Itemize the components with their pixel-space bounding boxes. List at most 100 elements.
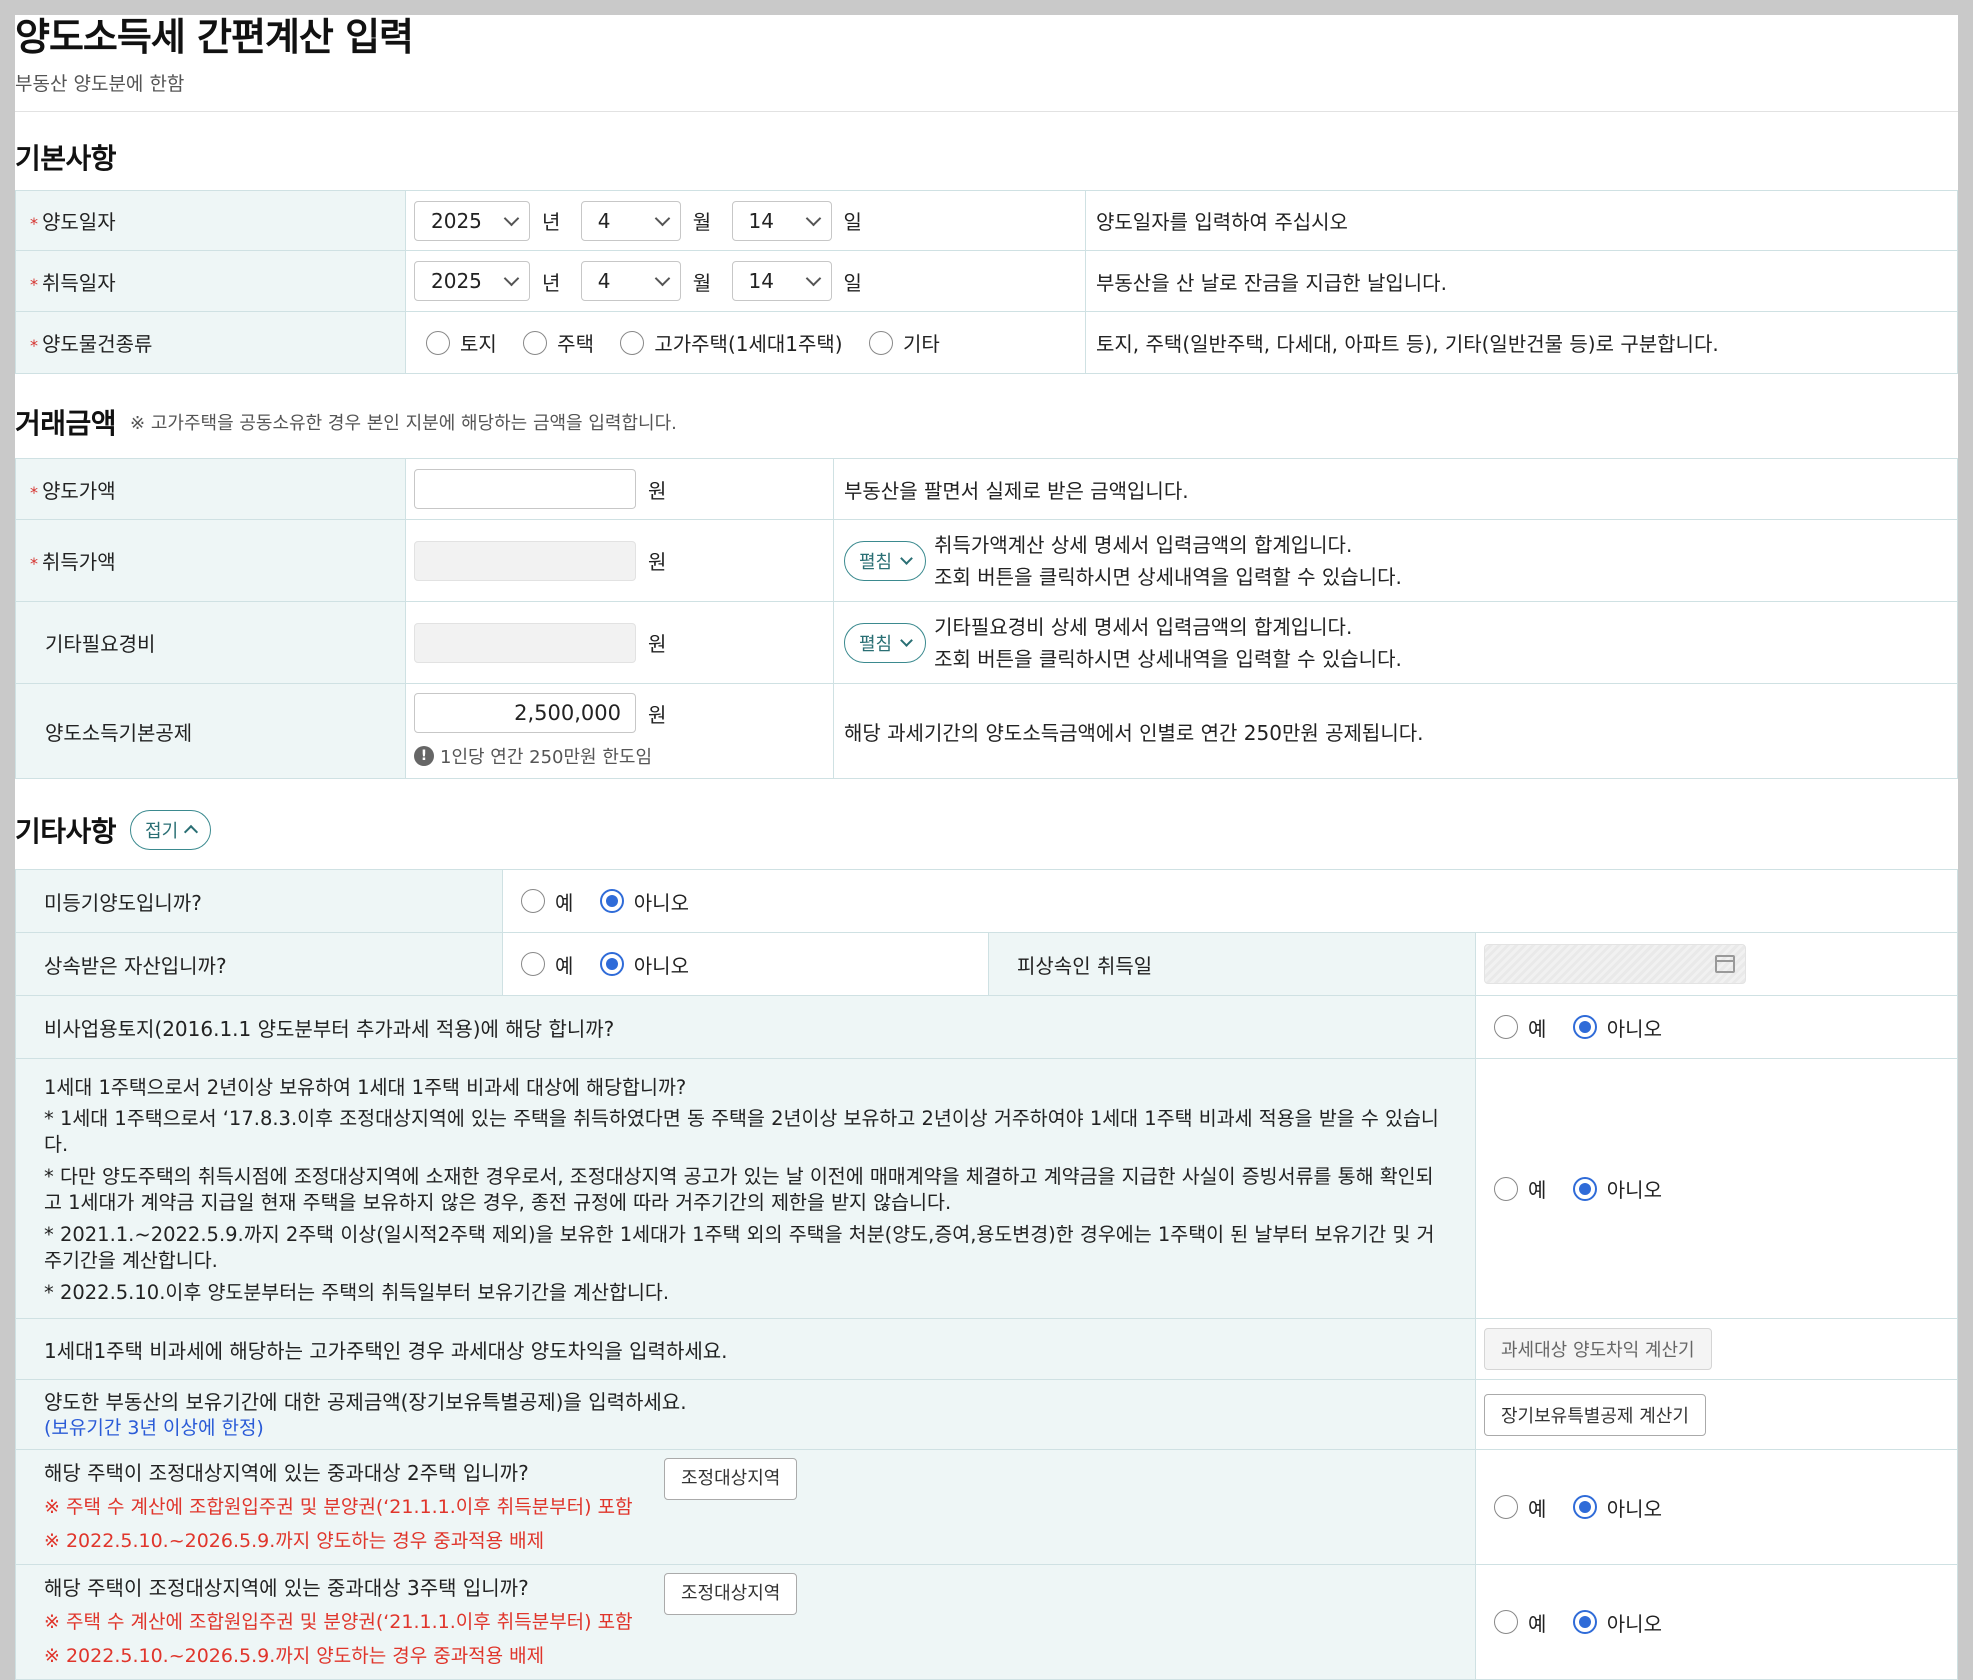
other-expense-desc-cell: 펼침 기타필요경비 상세 명세서 입력금액의 합계입니다. 조회 버튼을 클릭하… [833,601,1958,684]
other-expense-input-cell: 원 [405,601,834,684]
acquire-price-desc-line2: 조회 버튼을 클릭하시면 상세내역을 입력할 수 있습니다. [934,564,1402,589]
day-unit: 일 [843,270,862,295]
acquire-date-label-cell: * 취득일자 [15,250,406,312]
property-type-land-radio[interactable]: 토지 [426,328,497,357]
radio-label: 예 [1528,1611,1547,1636]
one-house-note-1: * 1세대 1주택으로서 ‘17.8.3.이후 조정대상지역에 있는 주택을 취… [44,1107,1439,1156]
expand-label: 펼침 [859,551,893,573]
acquire-price-expand-button[interactable]: 펼침 [844,540,927,581]
three-house-adjusted-area-button[interactable]: 조정대상지역 [664,1573,798,1615]
unregistered-no-radio[interactable]: 아니오 [599,887,689,916]
radio-checked-icon [1572,1015,1597,1039]
basic-deduction-desc: 해당 과세기간의 양도소득금액에서 인별로 연간 250만원 공제됩니다. [833,683,1958,779]
chevron-down-icon [654,210,671,226]
other-section-header: 기타사항 접기 [15,779,1958,869]
acquire-month-select[interactable]: 4 [580,261,681,301]
transfer-price-input[interactable] [414,469,636,509]
acquire-price-input-cell: 원 [405,519,834,602]
acquire-price-desc-line1: 취득가액계산 상세 명세서 입력금액의 합계입니다. [934,532,1353,557]
basic-deduction-input[interactable]: 2,500,000 [414,693,636,733]
taxable-gain-calculator-button[interactable]: 과세대상 양도차익 계산기 [1484,1328,1712,1370]
transfer-month-select[interactable]: 4 [580,200,681,241]
radio-checked-icon [599,952,624,976]
radio-circle-icon [521,889,545,913]
other-expense-input [414,622,636,663]
chevron-down-icon [900,552,913,565]
long-term-question: 양도한 부동산의 보유기간에 대한 공제금액(장기보유특별공제)을 입력하세요. [44,1389,687,1414]
inherited-no-radio[interactable]: 아니오 [599,950,689,979]
radio-circle-icon [1494,1610,1518,1634]
transfer-day-value: 14 [748,208,774,233]
amount-section-note: ※ 고가주택을 공동소유한 경우 본인 지분에 해당하는 금액을 입력합니다. [130,413,677,434]
chevron-down-icon [654,270,671,287]
three-house-radios: 예 아니오 [1475,1564,1958,1680]
two-house-yes-radio[interactable]: 예 [1494,1493,1546,1522]
expand-label: 펼침 [859,633,893,655]
property-type-other-radio[interactable]: 기타 [868,328,940,357]
acquire-price-label-cell: * 취득가액 [15,519,406,602]
amount-section-header: 거래금액 ※ 고가주택을 공동소유한 경우 본인 지분에 해당하는 금액을 입력… [15,374,1958,458]
unregistered-row: 미등기양도입니까? 예 아니오 [15,869,1958,933]
acquire-date-desc: 부동산을 산 날로 잔금을 지급한 날입니다. [1085,250,1958,312]
radio-label: 고가주택(1세대1주택) [654,332,843,356]
property-type-luxury-house-radio[interactable]: 고가주택(1세대1주택) [620,328,843,357]
other-expense-row: 기타필요경비 원 펼침 기타필요경비 상세 명세서 입력금액의 합계입니다. 조… [15,601,1958,684]
three-house-no-radio[interactable]: 아니오 [1572,1608,1662,1637]
two-house-note-2: ※ 2022.5.10.~2026.5.9.까지 양도하는 경우 중과적용 배제 [44,1530,545,1552]
other-expense-expand-button[interactable]: 펼침 [844,622,927,663]
chevron-up-icon [184,824,199,840]
transfer-price-label: 양도가액 [42,478,116,503]
required-mark: * [30,482,38,502]
acquire-date-label: 취득일자 [42,270,116,295]
basic-deduction-note: ! 1인당 연간 250만원 한도임 [414,743,652,769]
page-title: 양도소득세 간편계산 입력 [15,15,414,59]
inherited-radios: 예 아니오 [502,932,989,996]
three-house-question: 해당 주택이 조정대상지역에 있는 중과대상 3주택 입니까? [44,1576,529,1600]
one-house-no-radio[interactable]: 아니오 [1572,1174,1662,1203]
year-unit: 년 [542,270,561,295]
basic-section-title: 기본사항 [15,142,117,175]
radio-circle-icon [523,330,548,355]
property-type-house-radio[interactable]: 주택 [523,328,594,357]
acquire-price-label: 취득가액 [42,550,116,574]
acquire-day-select[interactable]: 14 [731,261,832,301]
two-house-no-radio[interactable]: 아니오 [1572,1493,1662,1522]
required-mark: * [30,554,38,573]
transfer-day-select[interactable]: 14 [731,200,832,241]
two-house-adjusted-area-button[interactable]: 조정대상지역 [664,1458,798,1500]
basic-deduction-row: 양도소득기본공제 2,500,000 원 ! 1인당 연간 250만원 한도임 해당… [15,683,1958,779]
radio-label: 아니오 [1606,1016,1662,1041]
radio-label: 주택 [557,332,594,356]
three-house-yes-radio[interactable]: 예 [1494,1608,1546,1637]
chevron-down-icon [503,270,520,287]
one-house-question: 1세대 1주택으로서 2년이상 보유하여 1세대 1주택 비과세 대상에 해당합… [44,1076,687,1099]
non-business-land-yes-radio[interactable]: 예 [1494,1013,1546,1042]
one-house-yes-radio[interactable]: 예 [1494,1174,1546,1203]
inherited-yes-radio[interactable]: 예 [521,950,573,979]
basic-deduction-note-text: 1인당 연간 250만원 한도임 [440,747,653,768]
fold-button[interactable]: 접기 [130,810,212,850]
chevron-down-icon [805,210,821,226]
unregistered-yes-radio[interactable]: 예 [521,887,573,916]
radio-label: 예 [555,953,574,978]
property-type-radios: 토지 주택 고가주택(1세대1주택) 기타 [405,311,1086,374]
transfer-year-select[interactable]: 2025 [414,200,530,241]
transfer-date-inputs: 2025 년 4 월 14 일 [405,190,1086,251]
radio-label: 아니오 [1606,1611,1662,1636]
long-term-deduction-calculator-button[interactable]: 장기보유특별공제 계산기 [1484,1393,1706,1436]
one-house-row: 1세대 1주택으로서 2년이상 보유하여 1세대 1주택 비과세 대상에 해당합… [15,1058,1958,1319]
amount-section-title: 거래금액 [15,407,117,440]
acquire-year-select[interactable]: 2025 [414,261,530,301]
radio-label: 예 [1528,1016,1547,1041]
unregistered-question: 미등기양도입니까? [15,869,503,933]
basic-table: * 양도일자 2025 년 4월 14 일 양도일자를 입력하여 주십시오 * 취득일자… [15,190,1958,374]
one-house-radios: 예 아니오 [1475,1058,1958,1319]
decedent-date-label: 피상속인 취득일 [988,932,1476,996]
non-business-land-no-radio[interactable]: 아니오 [1572,1013,1662,1042]
two-house-question: 해당 주택이 조정대상지역에 있는 중과대상 2주택 입니까? [44,1461,529,1485]
page: 양도소득세 간편계산 입력 부동산 양도분에 한함 기본사항 * 양도일자 202… [15,15,1958,1680]
basic-deduction-input-cell: 2,500,000 원 ! 1인당 연간 250만원 한도임 [405,683,834,779]
radio-checked-icon [599,889,624,913]
other-expense-label-cell: 기타필요경비 [15,601,406,684]
transfer-year-value: 2025 [431,208,482,233]
